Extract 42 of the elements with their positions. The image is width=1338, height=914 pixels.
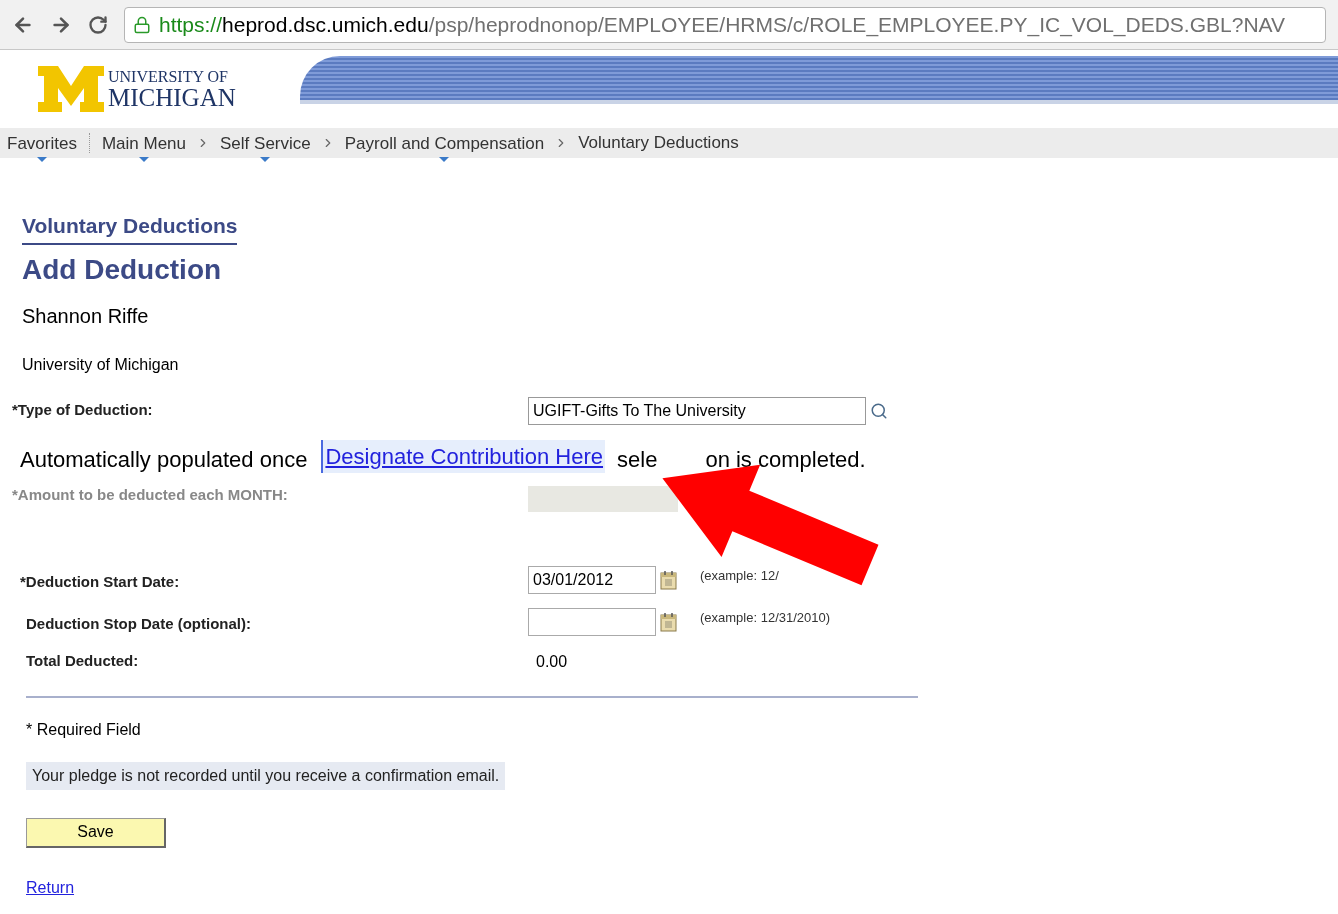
field-label: Deduction Stop Date (optional):	[26, 613, 252, 634]
employee-name: Shannon Riffe	[22, 303, 149, 329]
logo-line: UNIVERSITY OF	[108, 68, 229, 85]
date-example-hint: (example: 12/31/2010)	[700, 608, 831, 627]
lock-icon	[133, 15, 151, 34]
url-text: https://heprod.dsc.umich.edu/psp/heprodnonop/EMPLOYEE/HRMS/c/ROLE_EMPLOYEE.PY_IC_VOL_DEDS.GBL?NAV	[159, 11, 1285, 39]
note-text: Automatically populated once	[20, 445, 308, 474]
nav-menu-item[interactable]: Self Service	[220, 123, 311, 163]
pledge-notice: Your pledge is not recorded until you receive a confirmation email.	[26, 761, 506, 790]
page-breadcrumb-title: Voluntary Deductions	[22, 210, 238, 245]
note-text: sele	[617, 445, 658, 474]
calendar-icon[interactable]	[660, 611, 678, 632]
note-text: on is completed.	[705, 445, 866, 474]
date-field[interactable]	[528, 607, 656, 636]
page-title: Add Deduction	[22, 252, 222, 287]
block-m-logo-icon	[38, 66, 104, 112]
caret-icon	[138, 156, 149, 162]
field-label: *Amount to be deducted each MONTH:	[12, 485, 289, 506]
save-button[interactable]: Save	[26, 817, 166, 848]
caret-icon	[260, 156, 271, 162]
address-bar[interactable]: https://heprod.dsc.umich.edu/psp/heprodnonop/EMPLOYEE/HRMS/c/ROLE_EMPLOYEE.PY_IC_VOL_DEDS.GBL?NAV	[124, 6, 1326, 43]
field-label: Total Deducted:	[26, 651, 140, 672]
designate-contribution-link[interactable]: Designate Contribution Here	[321, 439, 606, 473]
caret-icon	[36, 156, 47, 162]
nav-menu-item[interactable]: Favorites	[7, 123, 77, 163]
nav-menu-item[interactable]: Payroll and Compensation	[344, 123, 545, 163]
search-icon[interactable]	[870, 401, 888, 420]
company-name: University of Michigan	[22, 354, 179, 375]
required-field-note: * Required Field	[26, 719, 141, 740]
deduction-type-field[interactable]: UGIFT-Gifts To The University	[528, 396, 866, 425]
caret-icon	[439, 156, 450, 162]
calendar-icon[interactable]	[660, 569, 678, 590]
logo-line: MICHIGAN	[108, 84, 236, 110]
date-example-hint: (example: 12/	[700, 566, 779, 585]
nav-menu-item[interactable]: Main Menu	[101, 123, 187, 163]
field-label: *Deduction Start Date:	[20, 571, 181, 592]
total-deducted-value: 0.00	[536, 651, 568, 672]
return-link[interactable]: Return	[26, 875, 75, 900]
date-field[interactable]: 03/01/2012	[528, 565, 656, 594]
nav-menu-item[interactable]: Voluntary Deductions	[578, 130, 739, 156]
reload-icon[interactable]	[88, 14, 108, 35]
field-label: *Type of Deduction:	[12, 400, 154, 421]
